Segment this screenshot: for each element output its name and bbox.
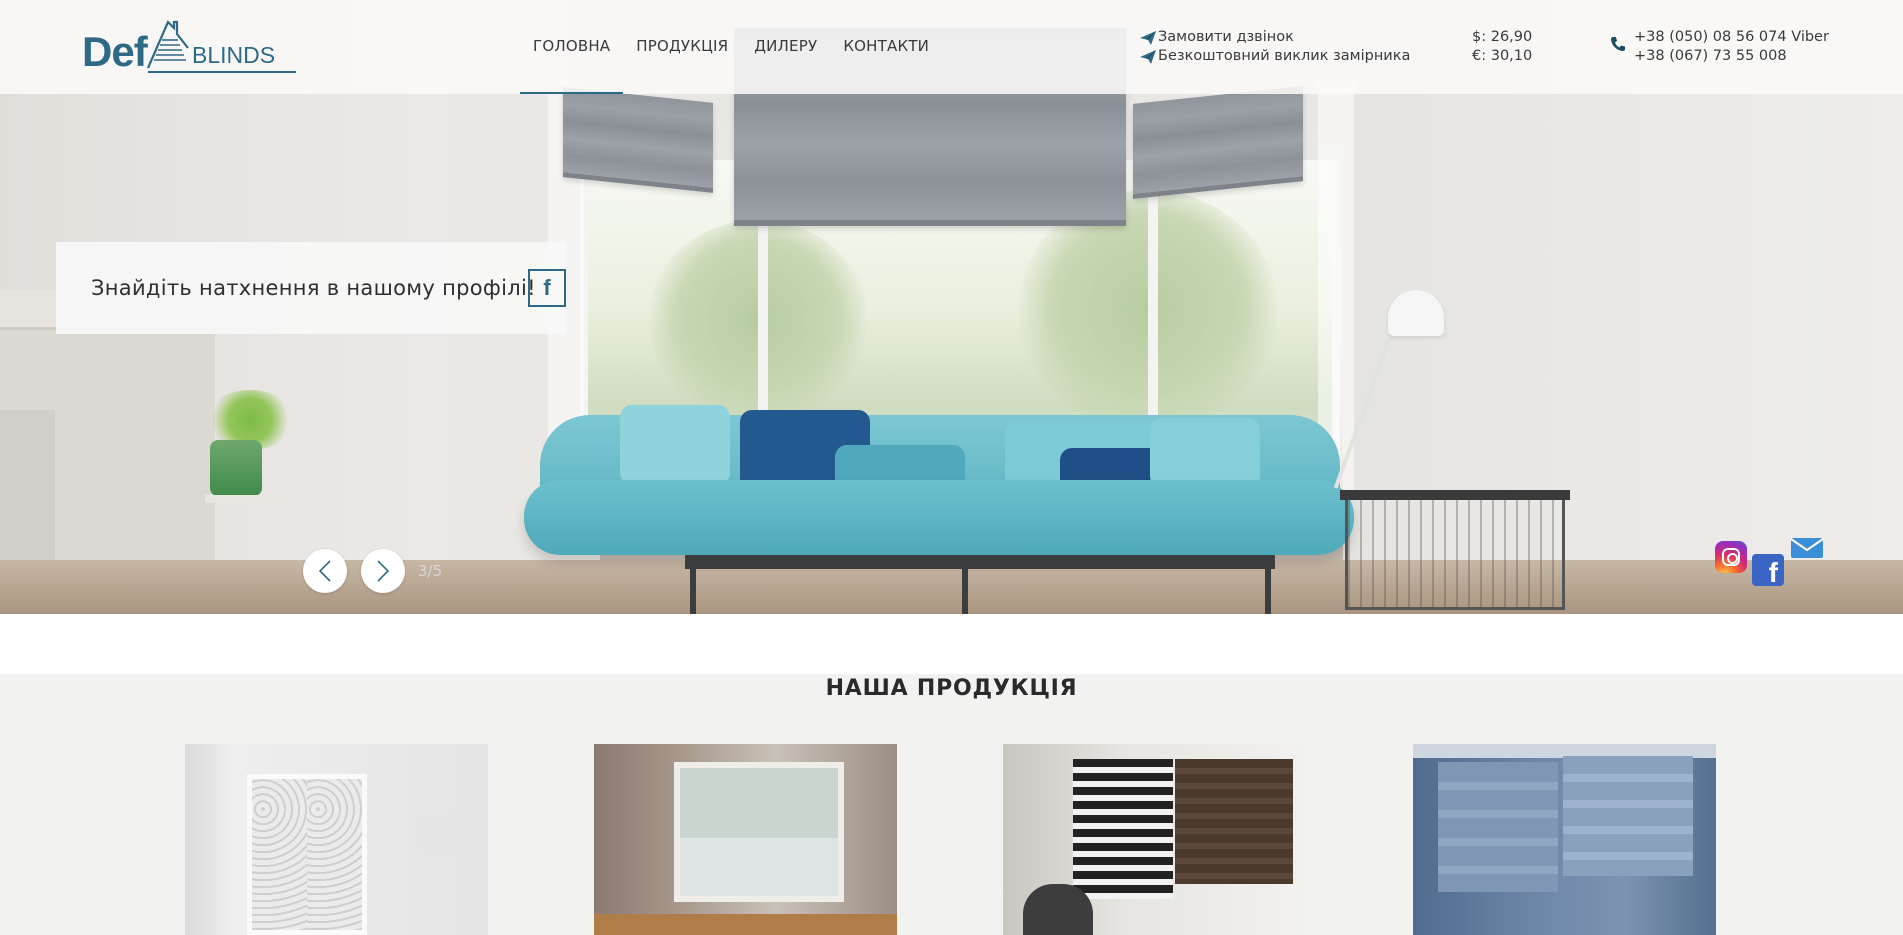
table-leg bbox=[690, 569, 696, 614]
table-leg bbox=[962, 569, 968, 614]
nav-item-products[interactable]: ПРОДУКЦІЯ bbox=[623, 0, 741, 94]
chevron-right-icon bbox=[377, 560, 390, 582]
product-image-chair bbox=[1023, 884, 1093, 935]
chevron-left-icon bbox=[318, 560, 331, 582]
product-image-roller bbox=[680, 768, 838, 838]
hero-shelf bbox=[205, 495, 295, 503]
order-call-link[interactable]: Замовити дзвінок bbox=[1140, 28, 1410, 47]
eur-rate: €: 30,10 bbox=[1472, 48, 1533, 64]
main-nav: ГОЛОВНА ПРОДУКЦІЯ ДИЛЕРУ КОНТАКТИ bbox=[520, 0, 942, 94]
hero-vase bbox=[210, 440, 262, 496]
product-card-day-night-blinds[interactable] bbox=[1003, 744, 1306, 935]
phone-numbers: +38 (050) 08 56 074 Viber +38 (067) 73 5… bbox=[1610, 28, 1829, 66]
product-image-roman-blind bbox=[1563, 756, 1693, 876]
product-image-roman-blind bbox=[1438, 762, 1558, 892]
logo[interactable]: Def BLINDS bbox=[82, 18, 296, 80]
nav-item-home[interactable]: ГОЛОВНА bbox=[520, 0, 624, 94]
hero-cushion bbox=[620, 405, 730, 485]
product-image-zebra-blind bbox=[1175, 759, 1293, 884]
hero-sofa-seat bbox=[524, 480, 1354, 555]
logo-house-icon bbox=[146, 20, 189, 69]
order-call-label: Замовити дзвінок bbox=[1158, 29, 1294, 45]
slider-prev-button[interactable] bbox=[303, 549, 347, 593]
roman-blind-left bbox=[563, 87, 713, 193]
products-spacer bbox=[0, 614, 1903, 674]
free-measure-label: Безкоштовний виклик замірника bbox=[1158, 48, 1411, 64]
slider-next-button[interactable] bbox=[361, 549, 405, 593]
nav-item-contacts[interactable]: КОНТАКТИ bbox=[830, 0, 942, 94]
free-measure-link[interactable]: Безкоштовний виклик замірника bbox=[1140, 47, 1410, 66]
product-image-pattern bbox=[307, 779, 362, 930]
nav-item-dealer[interactable]: ДИЛЕРУ bbox=[741, 0, 830, 94]
product-image-zebra-blind bbox=[1073, 759, 1173, 899]
hero-side-table-frame bbox=[1345, 500, 1565, 610]
logo-def-text: Def bbox=[82, 28, 148, 75]
phone-2[interactable]: +38 (067) 73 55 008 bbox=[1634, 47, 1829, 66]
product-image-pattern bbox=[252, 779, 307, 930]
paper-plane-icon bbox=[1140, 30, 1156, 45]
facebook-profile-button[interactable]: f bbox=[528, 269, 566, 307]
phone-icon bbox=[1611, 37, 1625, 51]
cta-links: Замовити дзвінок Безкоштовний виклик зам… bbox=[1140, 28, 1410, 66]
product-card-roller-blinds[interactable] bbox=[185, 744, 488, 935]
site-header: Def BLINDS ГОЛОВНА ПРОДУКЦІЯ ДИЛЕРУ КОНТ… bbox=[0, 0, 1903, 94]
product-image-window bbox=[247, 774, 367, 935]
slide-caption-text: Знайдіть натхнення в нашому профілі! bbox=[91, 276, 536, 300]
facebook-float-button[interactable]: f bbox=[1752, 554, 1784, 586]
phone-1[interactable]: +38 (050) 08 56 074 Viber bbox=[1634, 28, 1829, 47]
products-title: НАША ПРОДУКЦІЯ bbox=[825, 676, 1078, 701]
usd-rate: $: 26,90 bbox=[1472, 29, 1533, 45]
hero-side-table bbox=[1340, 490, 1570, 500]
table-leg bbox=[1265, 569, 1271, 614]
product-card-roman-blinds[interactable] bbox=[1413, 744, 1716, 935]
product-image-lamp bbox=[415, 814, 465, 854]
mail-icon bbox=[1790, 538, 1824, 558]
hero-coffee-table bbox=[685, 555, 1275, 569]
product-image-counter bbox=[594, 914, 897, 935]
logo-underline bbox=[148, 71, 296, 73]
instagram-button[interactable] bbox=[1715, 541, 1747, 573]
mail-button[interactable] bbox=[1790, 537, 1824, 559]
product-card-cassette-blinds[interactable] bbox=[594, 744, 897, 935]
exchange-rates: $: 26,90 €: 30,10 bbox=[1472, 28, 1532, 66]
roman-blind-right bbox=[1133, 86, 1303, 199]
slide-caption: Знайдіть натхнення в нашому профілі! f bbox=[56, 242, 566, 334]
logo-blinds-text: BLINDS bbox=[192, 42, 276, 68]
slide-counter: 3/5 bbox=[418, 562, 443, 580]
instagram-icon bbox=[1722, 548, 1740, 566]
paper-plane-icon bbox=[1140, 49, 1156, 64]
hero-cushion bbox=[1150, 418, 1260, 488]
